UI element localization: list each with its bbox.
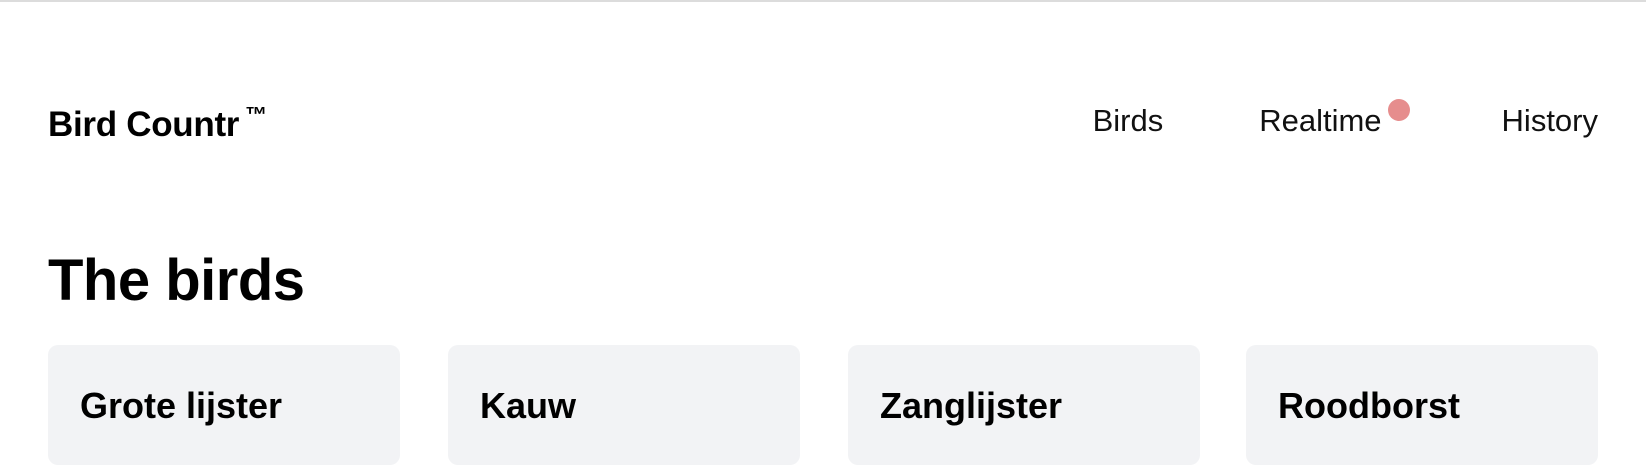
bird-card[interactable]: Kauw [448, 345, 800, 465]
bird-card-name: Grote lijster [80, 385, 283, 426]
bird-card[interactable]: Zanglijster [848, 345, 1200, 465]
bird-card[interactable]: Roodborst [1246, 345, 1598, 465]
nav-item-birds[interactable]: Birds [1093, 103, 1164, 139]
bird-card-name: Kauw [480, 385, 577, 426]
site-header: Bird Countr ™ Birds Realtime History [48, 95, 1598, 155]
bird-card[interactable]: Grote lijster [48, 345, 400, 465]
bird-card-name: Zanglijster [880, 385, 1063, 426]
bird-card-name: Roodborst [1278, 385, 1460, 426]
nav-item-realtime[interactable]: Realtime [1259, 99, 1410, 139]
main-nav: Birds Realtime History [1093, 99, 1598, 139]
trademark-mark: ™ [245, 102, 267, 127]
page-title: The birds [48, 248, 305, 313]
brand-name: Bird Countr [48, 105, 240, 144]
notification-dot-icon [1387, 99, 1410, 121]
nav-item-realtime-label: Realtime [1259, 103, 1382, 138]
nav-item-history[interactable]: History [1502, 103, 1598, 139]
brand-logo[interactable]: Bird Countr ™ [48, 102, 267, 145]
top-divider [0, 0, 1646, 2]
